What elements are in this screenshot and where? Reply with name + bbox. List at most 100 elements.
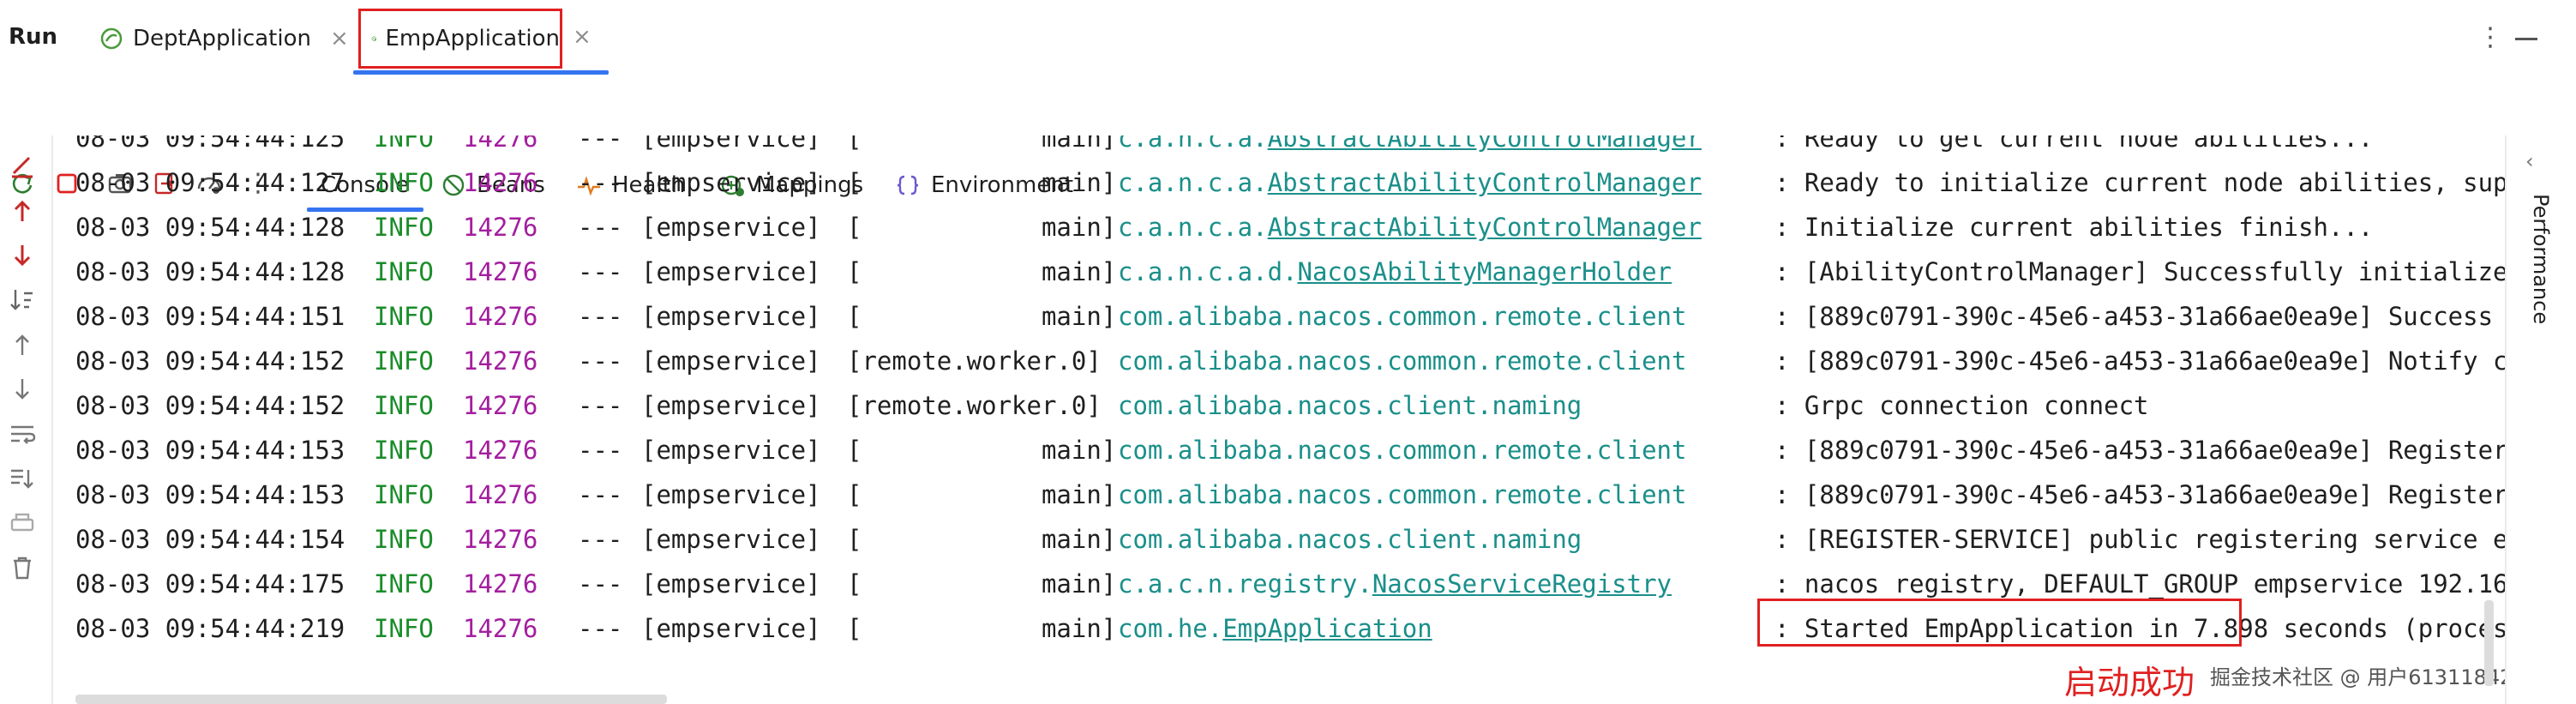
log-separator: ---	[578, 346, 623, 376]
log-message: : Ready to initialize current node abili…	[1774, 168, 2505, 197]
console-line: 08-03 09:54:44:128 INFO 14276 --- [empservic…	[75, 205, 2505, 250]
log-separator: ---	[578, 436, 623, 465]
log-logger-class[interactable]: AbstractAbilityControlManager	[1268, 168, 1702, 197]
log-app: [empservice]	[641, 346, 821, 376]
log-logger-package: com.alibaba.nacos.common.remote.client	[1118, 302, 1687, 331]
run-tabbar: Run DeptApplication × EmpApplication × ⋮	[0, 0, 2576, 77]
sort-icon[interactable]	[7, 285, 38, 316]
more-options-icon[interactable]: ⋮	[2477, 22, 2503, 52]
log-pid: 14276	[463, 569, 538, 599]
log-logger-class[interactable]: AbstractAbilityControlManager	[1268, 135, 1702, 153]
log-separator: ---	[578, 480, 623, 509]
log-message: : [889c0791-390c-45e6-a453-31a66ae0ea9e]…	[1774, 302, 2505, 331]
log-logger[interactable]: c.a.c.n.registry.NacosServiceRegistry	[1118, 562, 1672, 606]
scroll-up-icon[interactable]	[7, 329, 38, 360]
log-message: : [REGISTER-SERVICE] public registering …	[1774, 525, 2505, 554]
log-app: [empservice]	[641, 257, 821, 286]
log-message: : [889c0791-390c-45e6-a453-31a66ae0ea9e]…	[1774, 436, 2505, 465]
log-pid: 14276	[463, 391, 538, 420]
log-pid: 14276	[463, 135, 538, 153]
minimize-icon[interactable]	[2515, 19, 2537, 45]
log-message: : [889c0791-390c-45e6-a453-31a66ae0ea9e]…	[1774, 480, 2505, 509]
arrow-down-icon[interactable]	[7, 240, 38, 271]
log-separator: ---	[578, 525, 623, 554]
log-timestamp: 08-03 09:54:44:128	[75, 257, 345, 286]
log-separator: ---	[578, 213, 623, 242]
log-thread: [ main]	[847, 525, 1117, 554]
log-thread: [ main]	[847, 168, 1117, 197]
log-timestamp: 08-03 09:54:44:128	[75, 213, 345, 242]
horizontal-scrollbar[interactable]	[75, 695, 667, 704]
close-icon[interactable]: ×	[330, 26, 349, 51]
trash-icon[interactable]	[7, 552, 38, 583]
log-app: [empservice]	[641, 614, 821, 643]
log-pid: 14276	[463, 480, 538, 509]
close-icon[interactable]: ×	[573, 24, 591, 50]
log-thread: [ main]	[847, 614, 1117, 643]
log-app: [empservice]	[641, 168, 821, 197]
active-tab-indicator	[353, 70, 609, 75]
log-thread: [remote.worker.0]	[847, 346, 1102, 376]
chevron-left-icon[interactable]: ‹	[2525, 149, 2534, 173]
arrow-up-icon[interactable]	[7, 196, 38, 226]
log-logger-package: c.a.c.n.registry.	[1118, 569, 1372, 599]
log-logger-package: com.alibaba.nacos.common.remote.client	[1118, 480, 1687, 509]
log-logger-class[interactable]: NacosServiceRegistry	[1372, 569, 1672, 599]
scroll-down-icon[interactable]	[7, 374, 38, 405]
log-logger[interactable]: com.he.EmpApplication	[1118, 606, 1432, 650]
log-logger-package: c.a.n.c.a.d.	[1118, 257, 1298, 286]
log-separator: ---	[578, 168, 623, 197]
log-logger[interactable]: com.alibaba.nacos.client.naming	[1118, 383, 1582, 428]
log-level: INFO	[374, 135, 434, 153]
console-line: 08-03 09:54:44:153 INFO 14276 --- [empservic…	[75, 472, 2505, 517]
clear-console-icon[interactable]	[7, 151, 38, 182]
log-logger[interactable]: com.alibaba.nacos.common.remote.client	[1118, 472, 1686, 517]
log-level: INFO	[374, 525, 434, 554]
console-line: 08-03 09:54:44:151 INFO 14276 --- [empservic…	[75, 294, 2505, 339]
tab-deptapplication[interactable]: DeptApplication ×	[99, 9, 349, 69]
log-logger[interactable]: com.alibaba.nacos.common.remote.client	[1118, 339, 1686, 383]
log-logger[interactable]: com.alibaba.nacos.common.remote.client	[1118, 294, 1686, 339]
log-logger[interactable]: c.a.n.c.a.AbstractAbilityControlManager	[1118, 160, 1702, 205]
log-logger[interactable]: c.a.n.c.a.AbstractAbilityControlManager	[1118, 205, 1702, 250]
log-logger[interactable]: c.a.n.c.a.AbstractAbilityControlManager	[1118, 135, 1702, 160]
log-pid: 14276	[463, 257, 538, 286]
console-line: 08-03 09:54:44:127 INFO 14276 --- [empservic…	[75, 160, 2505, 205]
log-separator: ---	[578, 135, 623, 153]
log-separator: ---	[578, 391, 623, 420]
log-message: : Initialize current abilities finish...	[1774, 213, 2374, 242]
log-pid: 14276	[463, 213, 538, 242]
log-timestamp: 08-03 09:54:44:151	[75, 302, 345, 331]
log-thread: [ main]	[847, 257, 1117, 286]
tab-label: EmpApplication	[385, 26, 560, 51]
log-app: [empservice]	[641, 213, 821, 242]
log-message: : Grpc connection connect	[1774, 391, 2149, 420]
log-timestamp: 08-03 09:54:44:127	[75, 168, 345, 197]
tab-empapplication[interactable]: EmpApplication	[358, 9, 562, 69]
scroll-to-end-icon[interactable]	[7, 463, 38, 494]
log-separator: ---	[578, 569, 623, 599]
log-timestamp: 08-03 09:54:44:153	[75, 480, 345, 509]
console-line: 08-03 09:54:44:153 INFO 14276 --- [empservic…	[75, 428, 2505, 472]
print-icon[interactable]	[7, 508, 38, 539]
log-logger-class[interactable]: AbstractAbilityControlManager	[1268, 213, 1702, 242]
log-message: : [AbilityControlManager] Successfully i…	[1774, 257, 2505, 286]
console-line: 08-03 09:54:44:128 INFO 14276 --- [empservic…	[75, 250, 2505, 294]
log-message: : Ready to get current node abilities...	[1774, 135, 2374, 153]
console-output[interactable]: 08-03 09:54:44:125 INFO 14276 --- [empservic…	[53, 135, 2505, 650]
console-line: 08-03 09:54:44:154 INFO 14276 --- [empservic…	[75, 517, 2505, 562]
log-pid: 14276	[463, 346, 538, 376]
log-pid: 14276	[463, 302, 538, 331]
log-logger-class[interactable]: NacosAbilityManagerHolder	[1298, 257, 1672, 286]
soft-wrap-icon[interactable]	[7, 418, 38, 449]
log-pid: 14276	[463, 168, 538, 197]
log-logger-class[interactable]: EmpApplication	[1222, 614, 1432, 643]
performance-tab[interactable]: Performance	[2529, 194, 2553, 324]
log-logger[interactable]: com.alibaba.nacos.client.naming	[1118, 517, 1582, 562]
log-timestamp: 08-03 09:54:44:219	[75, 614, 345, 643]
annotation-text: 启动成功	[2064, 664, 2195, 701]
log-logger[interactable]: com.alibaba.nacos.common.remote.client	[1118, 428, 1686, 472]
log-level: INFO	[374, 346, 434, 376]
vertical-scrollbar[interactable]	[2484, 600, 2494, 686]
log-logger[interactable]: c.a.n.c.a.d.NacosAbilityManagerHolder	[1118, 250, 1672, 294]
